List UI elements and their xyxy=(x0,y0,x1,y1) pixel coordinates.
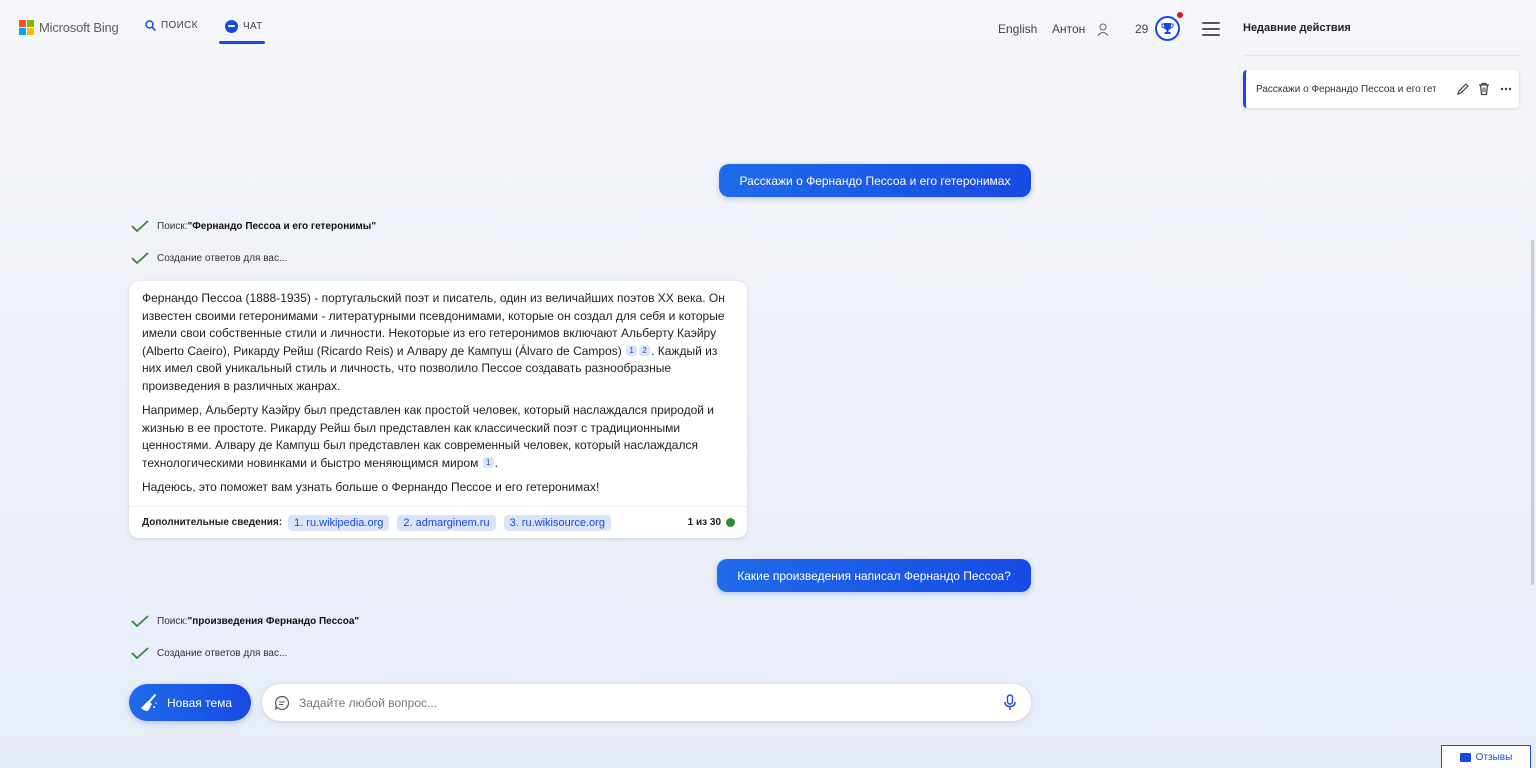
turn-counter: 1 из 30 xyxy=(688,517,735,528)
generating-status: Создание ответов для вас... xyxy=(131,252,287,264)
answer-text-segment: . xyxy=(494,455,499,470)
citation-badge[interactable]: 2 xyxy=(639,344,651,356)
answer-paragraph: Фернандо Пессоа (1888-1935) - португальс… xyxy=(142,290,732,395)
generating-text: Создание ответов для вас... xyxy=(157,647,288,659)
sources-footer: Дополнительные сведения: 1. ru.wikipedia… xyxy=(129,506,747,538)
broom-icon xyxy=(141,693,157,711)
feedback-icon xyxy=(1459,752,1471,762)
recent-item-label: Расскажи о Фернандо Пессоа и его гетерон… xyxy=(1256,83,1436,95)
tab-chat-label: ЧАТ xyxy=(243,21,263,32)
search-status: Поиск: "Фернандо Пессоа и его гетеронимы… xyxy=(131,220,376,232)
chat-input[interactable] xyxy=(299,693,989,712)
checkmark-icon xyxy=(131,252,149,264)
menu-icon[interactable] xyxy=(1202,22,1220,36)
user-name[interactable]: Антон xyxy=(1052,22,1085,36)
tab-search[interactable]: ПОИСК xyxy=(145,20,198,31)
feedback-label: Отзывы xyxy=(1475,751,1513,763)
user-message-text: Какие произведения написал Фернандо Песс… xyxy=(737,568,1011,583)
answer-text-segment: Фернандо Пессоа (1888-1935) - португальс… xyxy=(142,291,725,358)
source-link[interactable]: 2. admarginem.ru xyxy=(397,514,496,531)
bot-answer-card: Фернандо Пессоа (1888-1935) - португальс… xyxy=(129,281,747,538)
recent-activity-title: Недавние действия xyxy=(1243,22,1351,34)
search-status: Поиск: "произведения Фернандо Пессоа" xyxy=(131,615,359,627)
scrollbar[interactable] xyxy=(1531,240,1534,585)
source-link[interactable]: 1. ru.wikipedia.org xyxy=(288,514,390,531)
chat-input-container xyxy=(262,684,1031,721)
search-prefix: Поиск: xyxy=(157,220,188,232)
search-icon xyxy=(145,20,156,31)
citation-badge[interactable]: 1 xyxy=(482,456,494,468)
user-message: Какие произведения написал Фернандо Песс… xyxy=(717,559,1031,592)
answer-text-segment: Например, Альберту Каэйру был представле… xyxy=(142,403,714,470)
chat-icon xyxy=(225,20,238,33)
generating-status: Создание ответов для вас... xyxy=(131,647,287,659)
chat-bubble-icon xyxy=(274,695,290,711)
checkmark-icon xyxy=(131,647,149,659)
delete-icon[interactable] xyxy=(1477,82,1491,96)
divider xyxy=(1243,55,1519,56)
feedback-button[interactable]: Отзывы xyxy=(1441,745,1531,768)
microsoft-logo-icon xyxy=(19,20,34,35)
answer-text: Фернандо Пессоа (1888-1935) - португальс… xyxy=(142,290,732,504)
language-link[interactable]: English xyxy=(998,22,1037,36)
tab-chat[interactable]: ЧАТ xyxy=(225,20,263,33)
rewards-points: 29 xyxy=(1135,22,1149,36)
turn-counter-text: 1 из 30 xyxy=(687,517,721,528)
generating-text: Создание ответов для вас... xyxy=(157,252,288,264)
edit-icon[interactable] xyxy=(1456,82,1470,96)
top-bar: Microsoft Bing ПОИСК ЧАТ English Антон 2… xyxy=(0,0,1536,56)
search-query: "Фернандо Пессоа и его гетеронимы" xyxy=(187,220,377,232)
tab-search-label: ПОИСК xyxy=(161,20,198,31)
checkmark-icon xyxy=(131,615,149,627)
search-query: "произведения Фернандо Пессоа" xyxy=(187,615,360,627)
checkmark-icon xyxy=(131,220,149,232)
user-message-text: Расскажи о Фернандо Пессоа и его гетерон… xyxy=(739,173,1011,188)
notification-dot xyxy=(1177,12,1183,18)
new-topic-label: Новая тема xyxy=(167,695,233,710)
search-prefix: Поиск: xyxy=(157,615,188,627)
source-link[interactable]: 3. ru.wikisource.org xyxy=(503,514,611,531)
new-topic-button[interactable]: Новая тема xyxy=(129,684,251,721)
active-tab-indicator xyxy=(219,41,265,44)
learn-more-label: Дополнительные сведения: xyxy=(142,517,283,528)
answer-paragraph: Надеюсь, это поможет вам узнать больше о… xyxy=(142,480,600,494)
brand-name: Microsoft Bing xyxy=(39,20,119,35)
answer-paragraph: Например, Альберту Каэйру был представле… xyxy=(142,402,732,472)
citation-badge[interactable]: 1 xyxy=(626,344,638,356)
recent-activity-item[interactable]: Расскажи о Фернандо Пессоа и его гетерон… xyxy=(1243,70,1519,108)
status-dot-icon xyxy=(726,518,735,527)
microphone-icon[interactable] xyxy=(1003,694,1017,711)
more-icon[interactable] xyxy=(1499,82,1513,96)
user-message: Расскажи о Фернандо Пессоа и его гетерон… xyxy=(719,164,1031,197)
bing-logo[interactable]: Microsoft Bing xyxy=(19,20,119,35)
user-icon[interactable] xyxy=(1097,23,1109,36)
rewards-trophy-icon[interactable] xyxy=(1155,16,1180,41)
